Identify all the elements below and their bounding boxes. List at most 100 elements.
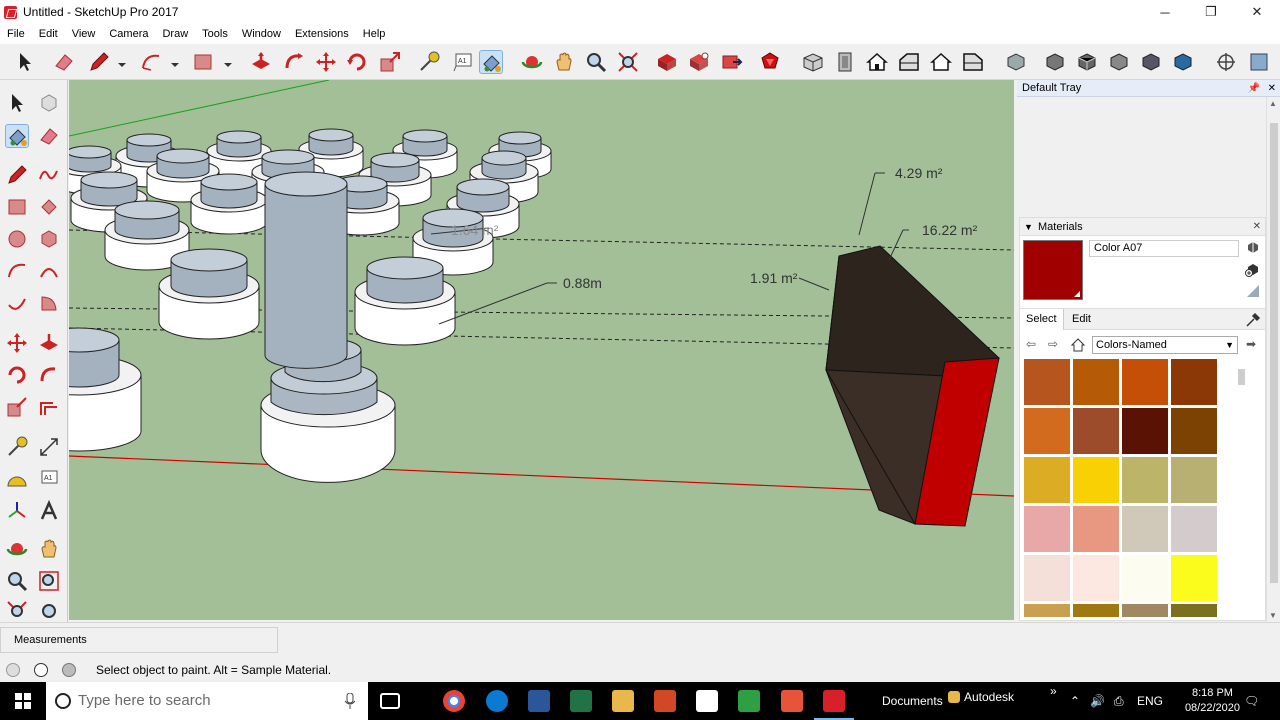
rotated-rectangle-tool-icon[interactable]	[37, 195, 61, 219]
back-view-icon[interactable]	[929, 50, 953, 74]
3d-warehouse-icon[interactable]	[655, 50, 679, 74]
share-component-icon[interactable]	[719, 50, 743, 74]
shaded-textures-style-icon[interactable]	[1171, 50, 1195, 74]
tape-measure-tool-icon[interactable]	[5, 435, 29, 459]
close-icon[interactable]: ✕	[1253, 218, 1261, 236]
rectangle-tool-icon[interactable]	[5, 195, 29, 219]
home-icon[interactable]	[1070, 337, 1086, 353]
three-point-arc-tool-icon[interactable]	[5, 291, 29, 315]
material-swatch[interactable]	[1024, 457, 1070, 503]
material-swatch[interactable]	[1122, 457, 1168, 503]
make-component-icon[interactable]	[37, 91, 61, 115]
material-swatch[interactable]	[1073, 604, 1119, 617]
previous-view-icon[interactable]	[37, 599, 61, 623]
polygon-tool-icon[interactable]	[37, 227, 61, 251]
details-arrow-icon[interactable]: ➡	[1246, 337, 1262, 353]
forward-arrow-icon[interactable]: ⇨	[1048, 337, 1064, 353]
library-dropdown[interactable]: Colors-Named ▼	[1092, 336, 1238, 354]
menu-help[interactable]: Help	[356, 24, 393, 44]
orbit-tool-icon[interactable]	[520, 50, 544, 74]
current-material-swatch[interactable]	[1023, 240, 1083, 300]
axes-tool-icon[interactable]	[5, 499, 29, 523]
measurements-box[interactable]: Measurements	[0, 627, 278, 653]
sketchup-taskbar-icon[interactable]	[823, 690, 845, 712]
toolbar-overflow-icon[interactable]: »	[1050, 684, 1057, 698]
top-view-icon[interactable]	[833, 50, 857, 74]
menu-tools[interactable]: Tools	[195, 24, 235, 44]
zoom-extents-tool-icon[interactable]	[5, 599, 29, 623]
walk-tool-icon[interactable]	[1247, 50, 1271, 74]
dimension-label-length[interactable]: 0.88m	[563, 275, 602, 291]
material-swatch[interactable]	[1171, 555, 1217, 601]
xray-style-icon[interactable]	[1004, 50, 1028, 74]
pencil-tool-icon[interactable]	[87, 50, 111, 74]
material-swatch[interactable]	[1122, 555, 1168, 601]
push-pull-tool-icon[interactable]	[37, 331, 61, 355]
close-button[interactable]: ✕	[1234, 0, 1280, 24]
menu-draw[interactable]: Draw	[155, 24, 195, 44]
material-swatch[interactable]	[1073, 506, 1119, 552]
circle-tool-icon[interactable]	[5, 227, 29, 251]
tray-scrollbar[interactable]: ▲ ▼	[1266, 97, 1280, 622]
offset-tool-icon[interactable]	[37, 395, 61, 419]
right-view-icon[interactable]	[897, 50, 921, 74]
orbit-tool-icon[interactable]	[5, 537, 29, 561]
iso-view-icon[interactable]	[801, 50, 825, 74]
back-edges-style-icon[interactable]	[1043, 50, 1067, 74]
scroll-thumb[interactable]	[1238, 369, 1245, 385]
material-swatch[interactable]	[1024, 506, 1070, 552]
material-swatch[interactable]	[1073, 408, 1119, 454]
move-tool-icon[interactable]	[5, 331, 29, 355]
wireframe-style-icon[interactable]	[1075, 50, 1099, 74]
material-swatch[interactable]	[1073, 457, 1119, 503]
menu-camera[interactable]: Camera	[102, 24, 155, 44]
paint-bucket-tool-icon[interactable]	[5, 124, 29, 148]
close-icon[interactable]: ✕	[1268, 80, 1276, 97]
push-pull-tool-icon[interactable]	[249, 50, 273, 74]
3d-text-tool-icon[interactable]	[37, 499, 61, 523]
create-material-icon[interactable]	[1245, 239, 1261, 255]
material-swatch[interactable]	[1171, 604, 1217, 617]
hidden-line-style-icon[interactable]	[1107, 50, 1131, 74]
material-swatch[interactable]	[1024, 604, 1070, 617]
user-account-icon[interactable]	[62, 663, 76, 677]
extension-warehouse-icon[interactable]	[758, 50, 782, 74]
freehand-tool-icon[interactable]	[37, 163, 61, 187]
select-tool-icon[interactable]	[5, 91, 29, 115]
scale-tool-icon[interactable]	[378, 50, 402, 74]
menu-view[interactable]: View	[65, 24, 103, 44]
scroll-thumb[interactable]	[1270, 123, 1278, 583]
select-tool-icon[interactable]	[13, 50, 37, 74]
material-name-field[interactable]: Color A07	[1089, 240, 1239, 257]
material-swatch[interactable]	[1024, 359, 1070, 405]
protractor-tool-icon[interactable]	[5, 467, 29, 491]
zoom-tool-icon[interactable]	[584, 50, 608, 74]
move-tool-icon[interactable]	[314, 50, 338, 74]
file-explorer-icon[interactable]	[612, 690, 634, 712]
menu-extensions[interactable]: Extensions	[288, 24, 356, 44]
follow-me-tool-icon[interactable]	[37, 363, 61, 387]
task-view-icon[interactable]	[380, 693, 400, 709]
eyedropper-icon[interactable]	[1245, 312, 1261, 328]
model-viewport[interactable]: 4.29 m² 16.22 m² 1.91 m² 1.64 m² 0.88m	[69, 80, 1014, 620]
store-icon[interactable]	[696, 690, 718, 712]
material-swatch[interactable]	[1073, 359, 1119, 405]
recorder-icon[interactable]	[781, 690, 803, 712]
material-swatch[interactable]	[1024, 408, 1070, 454]
share-model-icon[interactable]	[687, 50, 711, 74]
material-swatch[interactable]	[1171, 506, 1217, 552]
material-swatch[interactable]	[1171, 359, 1217, 405]
scroll-up-icon[interactable]: ▲	[1269, 99, 1277, 108]
powerpoint-icon[interactable]	[654, 690, 676, 712]
back-arrow-icon[interactable]: ⇦	[1026, 337, 1042, 353]
zoom-extents-tool-icon[interactable]	[616, 50, 640, 74]
dimension-tool-icon[interactable]	[37, 435, 61, 459]
autodesk-toolbar[interactable]: Autodesk	[964, 690, 1014, 704]
material-swatch[interactable]	[1171, 408, 1217, 454]
zoom-tool-icon[interactable]	[5, 569, 29, 593]
follow-me-tool-icon[interactable]	[282, 50, 306, 74]
chevron-down-icon[interactable]	[171, 58, 179, 67]
material-swatch[interactable]	[1122, 408, 1168, 454]
network-icon[interactable]: ⎙	[1114, 694, 1124, 709]
windows-start-icon[interactable]	[0, 682, 46, 720]
